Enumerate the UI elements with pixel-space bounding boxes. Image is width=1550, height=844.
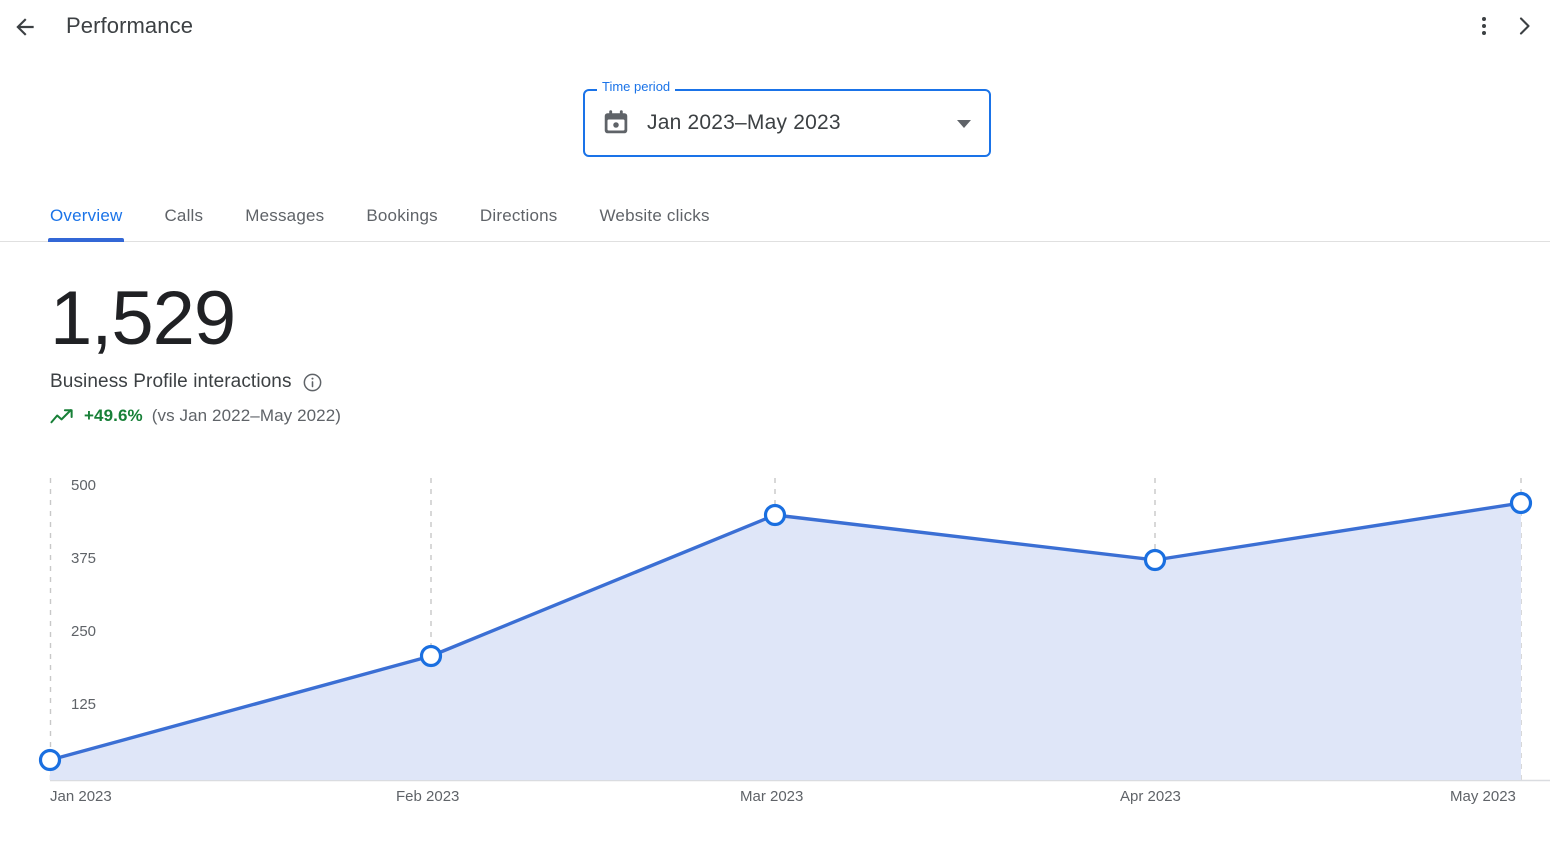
- delta-comparison-period: (vs Jan 2022–May 2022): [152, 406, 341, 426]
- data-point-apr: [1146, 551, 1165, 570]
- metric-tabs: Overview Calls Messages Bookings Directi…: [0, 190, 1550, 242]
- data-point-mar: [766, 506, 785, 525]
- x-tick-feb: Feb 2023: [396, 788, 459, 806]
- tab-label: Directions: [480, 206, 558, 226]
- performance-screen: Performance Time period Jan 2023–May: [0, 0, 1550, 844]
- tab-label: Messages: [245, 206, 324, 226]
- time-period-value: Jan 2023–May 2023: [647, 89, 841, 157]
- metric-label-row: Business Profile interactions: [50, 371, 323, 393]
- back-button[interactable]: [8, 10, 42, 44]
- delta-percentage: +49.6%: [84, 406, 143, 426]
- x-tick-jan: Jan 2023: [50, 788, 112, 806]
- data-point-may: [1512, 494, 1531, 513]
- info-circle-icon[interactable]: [302, 372, 323, 393]
- tab-label: Calls: [164, 206, 203, 226]
- y-tick-375: 375: [71, 550, 96, 568]
- chart-area-fill: [50, 503, 1521, 780]
- x-tick-apr: Apr 2023: [1120, 788, 1181, 806]
- tab-label: Overview: [50, 206, 122, 226]
- x-tick-mar: Mar 2023: [740, 788, 803, 806]
- tab-website-clicks[interactable]: Website clicks: [599, 190, 709, 242]
- tab-overview[interactable]: Overview: [50, 190, 122, 242]
- metric-name: Business Profile interactions: [50, 371, 292, 393]
- interactions-area-chart: 500 375 250 125 Jan 2023 Feb 2023 Mar 20…: [0, 460, 1550, 844]
- time-period-select[interactable]: Time period Jan 2023–May 2023: [583, 89, 991, 157]
- tab-directions[interactable]: Directions: [480, 190, 558, 242]
- tab-label: Bookings: [366, 206, 438, 226]
- calendar-icon: [601, 107, 631, 137]
- top-app-bar: Performance: [0, 0, 1550, 52]
- top-bar-actions: [1464, 6, 1550, 46]
- tab-label: Website clicks: [599, 206, 709, 226]
- more-vert-icon: [1482, 17, 1486, 35]
- trending-up-icon: [50, 407, 75, 425]
- y-tick-250: 250: [71, 623, 96, 641]
- data-point-feb: [422, 647, 441, 666]
- x-tick-may: May 2023: [1450, 788, 1516, 806]
- arrow-left-icon: [12, 14, 38, 40]
- chevron-down-icon[interactable]: [957, 120, 971, 128]
- tab-bookings[interactable]: Bookings: [366, 190, 438, 242]
- tab-calls[interactable]: Calls: [164, 190, 203, 242]
- y-tick-125: 125: [71, 696, 96, 714]
- chevron-right-icon: [1512, 14, 1536, 38]
- next-button[interactable]: [1504, 6, 1544, 46]
- tab-messages[interactable]: Messages: [245, 190, 324, 242]
- data-point-jan: [41, 751, 60, 770]
- page-title: Performance: [66, 12, 193, 40]
- y-tick-500: 500: [71, 477, 96, 495]
- more-options-button[interactable]: [1464, 6, 1504, 46]
- chart-canvas: [0, 460, 1550, 844]
- total-interactions-value: 1,529: [50, 275, 235, 363]
- delta-row: +49.6% (vs Jan 2022–May 2022): [50, 406, 341, 426]
